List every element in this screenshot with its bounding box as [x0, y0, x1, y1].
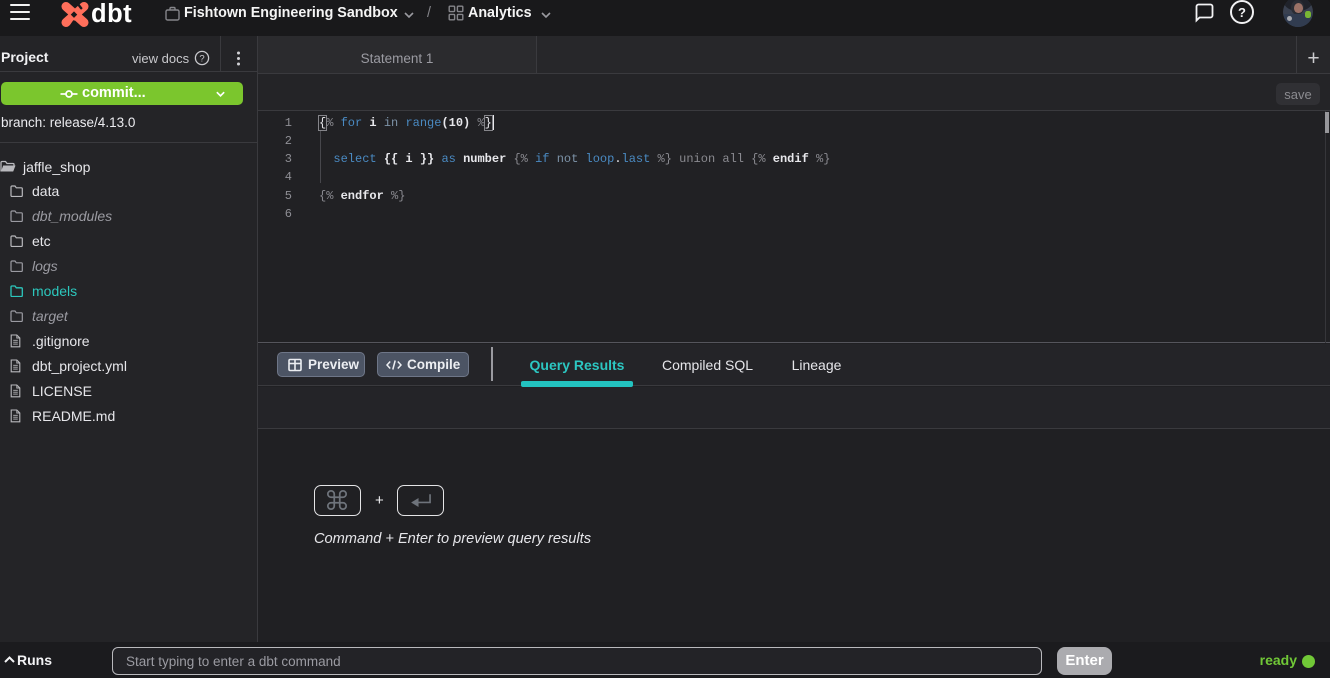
svg-text:?: ?: [1238, 5, 1246, 20]
svg-text:?: ?: [199, 53, 204, 64]
